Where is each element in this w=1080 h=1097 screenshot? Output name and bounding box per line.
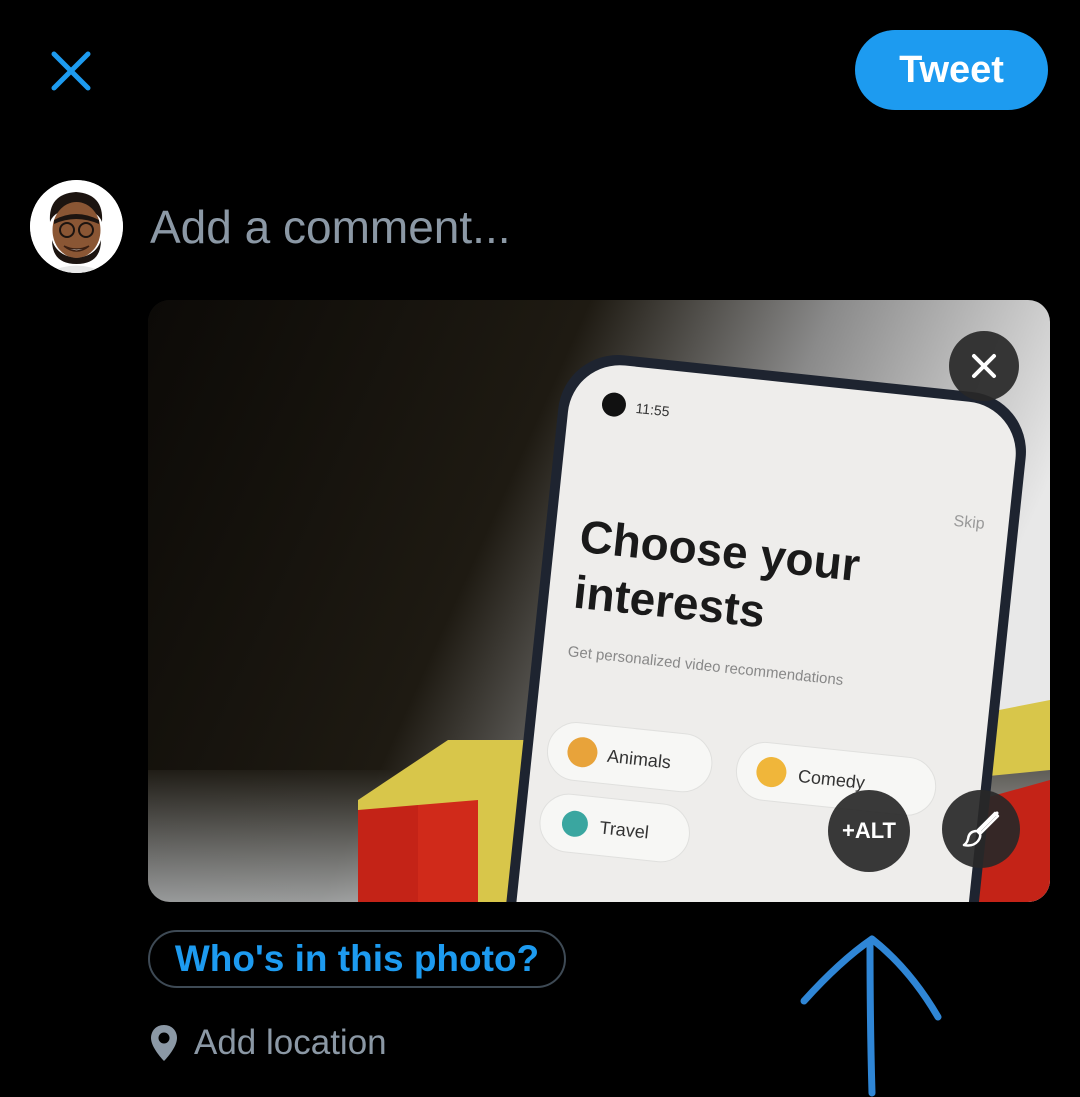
- comment-input[interactable]: [148, 195, 1032, 259]
- tag-people-button[interactable]: Who's in this photo?: [148, 930, 566, 988]
- avatar[interactable]: [30, 180, 123, 273]
- alt-text-button[interactable]: +ALT: [828, 790, 910, 872]
- edit-photo-button[interactable]: [942, 790, 1020, 868]
- paintbrush-icon: [962, 811, 1000, 847]
- phone-skip: Skip: [953, 513, 986, 533]
- close-icon: [972, 354, 996, 378]
- add-location-label: Add location: [194, 1023, 387, 1062]
- attached-photo: 11:55 Skip Choose your interests Get per…: [148, 300, 1050, 902]
- remove-media-button[interactable]: [949, 331, 1019, 401]
- tweet-button[interactable]: Tweet: [855, 30, 1048, 110]
- location-pin-icon: [151, 1025, 177, 1061]
- media-preview: 11:55 Skip Choose your interests Get per…: [148, 300, 1050, 902]
- annotation-arrow-icon: [800, 935, 942, 1097]
- add-location[interactable]: Add location: [148, 1018, 387, 1068]
- close-icon[interactable]: [40, 40, 102, 102]
